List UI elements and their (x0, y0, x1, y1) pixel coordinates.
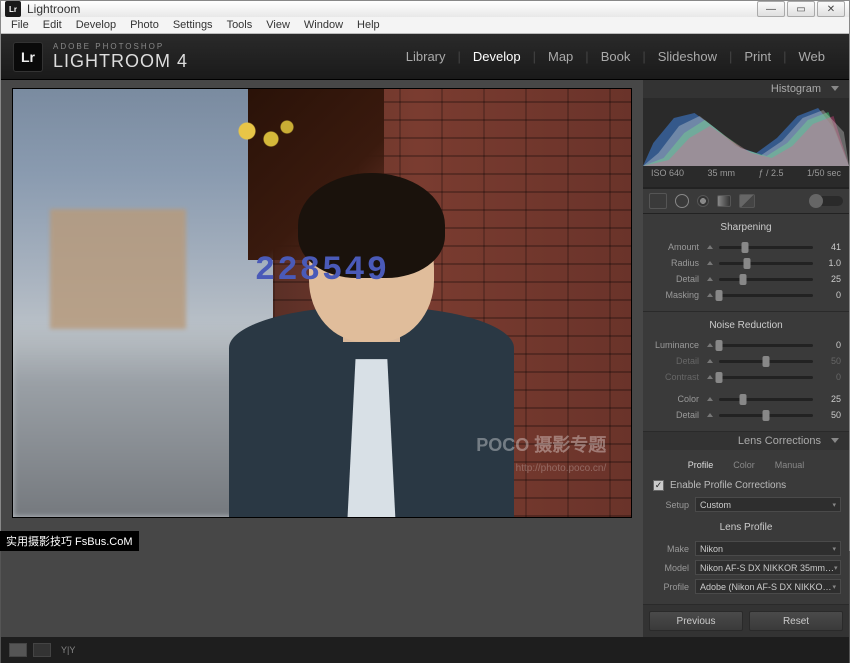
redeye-tool-icon[interactable] (697, 195, 709, 207)
make-label: Make (651, 544, 689, 554)
module-map[interactable]: Map (536, 49, 585, 64)
lum-contrast-slider: Contrast 0 (651, 369, 841, 385)
brush-tool-icon[interactable] (739, 194, 755, 208)
radius-slider[interactable]: Radius 1.0 (651, 255, 841, 271)
amount-slider[interactable]: Amount 41 (651, 239, 841, 255)
app-header: Lr ADOBE PHOTOSHOP LIGHTROOM 4 Library| … (1, 34, 849, 80)
module-picker: Library| Develop| Map| Book| Slideshow| … (394, 49, 837, 64)
profile-label: Profile (651, 582, 689, 592)
module-develop[interactable]: Develop (461, 49, 533, 64)
make-select[interactable]: Nikon▾ (695, 541, 841, 556)
profile-select[interactable]: Adobe (Nikon AF-S DX NIKKO…▾ (695, 579, 841, 594)
module-slideshow[interactable]: Slideshow (646, 49, 729, 64)
app-body: Lr ADOBE PHOTOSHOP LIGHTROOM 4 Library| … (1, 34, 849, 663)
compare-view-icon[interactable] (33, 643, 51, 657)
tool-strip (643, 188, 849, 214)
noise-title: Noise Reduction (651, 316, 841, 337)
module-library[interactable]: Library (394, 49, 458, 64)
watermark-poco: POCO 摄影专题 (476, 431, 606, 457)
model-label: Model (651, 563, 689, 573)
color-detail-slider[interactable]: Detail 50 (651, 407, 841, 423)
menu-photo[interactable]: Photo (124, 17, 165, 33)
reset-button[interactable]: Reset (749, 611, 843, 631)
app-main: 228549 POCO 摄影专题 http://photo.poco.cn/ H… (1, 80, 849, 637)
app-footer: Y|Y (1, 637, 849, 663)
noise-section: Noise Reduction Luminance 0 Detail 50 Co… (643, 312, 849, 432)
menu-tools[interactable]: Tools (221, 17, 259, 33)
previous-button[interactable]: Previous (649, 611, 743, 631)
minimize-button[interactable]: — (757, 1, 785, 17)
histo-aperture: ƒ / 2.5 (758, 168, 783, 178)
titlebar: Lr Lightroom — ▭ ✕ (1, 1, 849, 17)
spot-tool-icon[interactable] (675, 194, 689, 208)
app-icon: Lr (5, 1, 21, 17)
lens-section: Profile Color Manual ✓ Enable Profile Co… (643, 450, 849, 605)
color-slider[interactable]: Color 25 (651, 391, 841, 407)
masking-slider[interactable]: Masking 0 (651, 287, 841, 303)
setup-label: Setup (651, 500, 689, 510)
photo-preview[interactable]: 228549 POCO 摄影专题 http://photo.poco.cn/ (12, 88, 632, 518)
crop-tool-icon[interactable] (649, 193, 667, 209)
watermark-number: 228549 (255, 252, 389, 290)
menu-view[interactable]: View (260, 17, 296, 33)
watermark-poco-url: http://photo.poco.cn/ (516, 463, 607, 474)
lens-tab-profile[interactable]: Profile (678, 458, 724, 472)
maximize-button[interactable]: ▭ (787, 1, 815, 17)
lens-profile-head: Lens Profile (651, 514, 841, 539)
histogram-header[interactable]: Histogram (643, 80, 849, 98)
outer-watermark: 实用摄影技巧 FsBus.CoM (0, 531, 139, 551)
brand-subtitle: ADOBE PHOTOSHOP (53, 42, 188, 51)
window-title: Lightroom (27, 2, 80, 16)
module-web[interactable]: Web (787, 49, 838, 64)
luminance-slider[interactable]: Luminance 0 (651, 337, 841, 353)
histo-iso: ISO 640 (651, 168, 684, 178)
lens-tab-manual[interactable]: Manual (765, 458, 815, 472)
menu-file[interactable]: File (5, 17, 35, 33)
loupe-view-icon[interactable] (9, 643, 27, 657)
lens-header[interactable]: Lens Corrections (643, 432, 849, 450)
lens-tabs: Profile Color Manual (651, 454, 841, 476)
setup-select[interactable]: Custom▾ (695, 497, 841, 512)
menu-edit[interactable]: Edit (37, 17, 68, 33)
lum-detail-slider: Detail 50 (651, 353, 841, 369)
lr-logo: Lr (13, 42, 43, 72)
enable-profile-row[interactable]: ✓ Enable Profile Corrections (651, 476, 841, 495)
photo-canvas-area: 228549 POCO 摄影专题 http://photo.poco.cn/ (1, 80, 643, 637)
menubar: File Edit Develop Photo Settings Tools V… (1, 17, 849, 34)
histo-focal: 35 mm (707, 168, 735, 178)
lens-tab-color[interactable]: Color (723, 458, 765, 472)
module-book[interactable]: Book (589, 49, 643, 64)
detail-slider[interactable]: Detail 25 (651, 271, 841, 287)
brand-title: LIGHTROOM 4 (53, 51, 188, 72)
sharpening-title: Sharpening (651, 218, 841, 239)
gradient-tool-icon[interactable] (717, 195, 731, 207)
model-select[interactable]: Nikon AF-S DX NIKKOR 35mm…▾ (695, 560, 841, 575)
menu-help[interactable]: Help (351, 17, 386, 33)
histogram[interactable]: ISO 640 35 mm ƒ / 2.5 1/50 sec (643, 98, 849, 188)
menu-settings[interactable]: Settings (167, 17, 219, 33)
right-panel: Histogram ISO 640 35 mm ƒ / 2.5 1/50 sec (643, 80, 849, 637)
close-button[interactable]: ✕ (817, 1, 845, 17)
app-window: Lr Lightroom — ▭ ✕ File Edit Develop Pho… (0, 0, 850, 551)
bottom-buttons: Previous Reset (643, 605, 849, 637)
enable-profile-checkbox[interactable]: ✓ (653, 480, 664, 491)
histo-shutter: 1/50 sec (807, 168, 841, 178)
compare-label: Y|Y (61, 645, 75, 655)
sharpening-section: Sharpening Amount 41 Radius 1.0 Detail (643, 214, 849, 312)
tool-switch[interactable] (809, 196, 843, 206)
menu-develop[interactable]: Develop (70, 17, 122, 33)
enable-profile-label: Enable Profile Corrections (670, 480, 786, 491)
menu-window[interactable]: Window (298, 17, 349, 33)
module-print[interactable]: Print (732, 49, 783, 64)
